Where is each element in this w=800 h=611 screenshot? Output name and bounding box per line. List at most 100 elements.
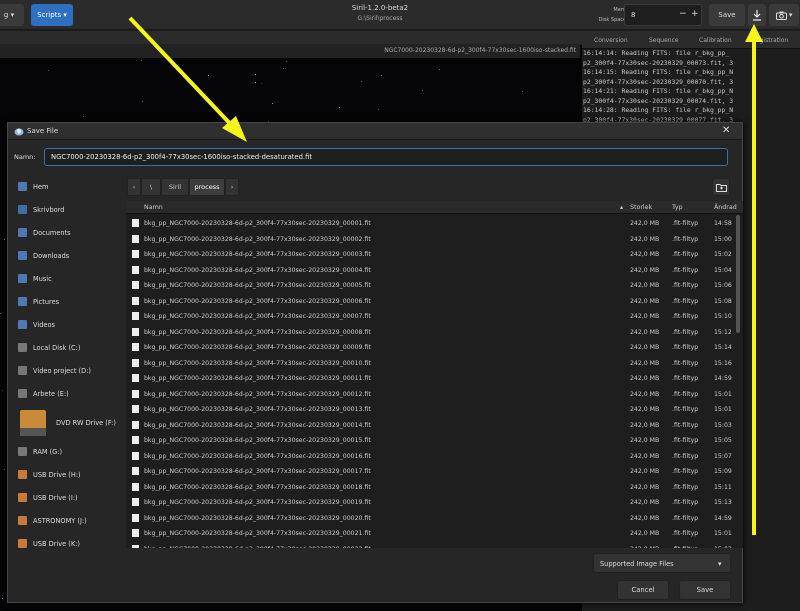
file-modified: 15:12 <box>714 328 732 336</box>
sidebar-place-item[interactable]: Pictures <box>8 291 124 313</box>
column-modified[interactable]: Ändrad <box>714 204 737 211</box>
sidebar-place-item[interactable]: Music <box>8 268 124 290</box>
file-modified: 15:04 <box>714 266 732 274</box>
sidebar-place-item[interactable]: Local Disk (C:) <box>8 337 124 359</box>
sidebar-place-item[interactable]: ASTRONOMY (J:) <box>8 510 124 532</box>
file-list[interactable]: Namn ▴ Storlek Typ Ändrad bkg_pp_NGC7000… <box>126 201 743 548</box>
file-type: .fit-filtyp <box>672 313 699 320</box>
save-as-download-icon[interactable] <box>748 4 766 26</box>
cancel-button[interactable]: Cancel <box>617 580 669 600</box>
file-row[interactable]: bkg_pp_NGC7000-20230328-6d-p2_300f4-77x3… <box>126 386 743 402</box>
snapshot-camera-icon[interactable]: ▾ <box>769 4 799 26</box>
file-type: .fit-filtyp <box>672 514 699 522</box>
file-row[interactable]: bkg_pp_NGC7000-20230328-6d-p2_300f4-77x3… <box>126 339 743 355</box>
sidebar-place-item[interactable]: USB Drive (K:) <box>8 533 124 549</box>
breadcrumb-root[interactable]: \ <box>141 178 161 196</box>
file-row[interactable]: bkg_pp_NGC7000-20230328-6d-p2_300f4-77x3… <box>126 308 743 324</box>
scrollbar-thumb[interactable] <box>736 215 740 333</box>
new-folder-icon[interactable] <box>712 178 730 196</box>
scripts-button[interactable]: Scripts ▾ <box>31 4 73 26</box>
column-name[interactable]: Namn <box>144 204 163 211</box>
file-row[interactable]: bkg_pp_NGC7000-20230328-6d-p2_300f4-77x3… <box>126 215 743 231</box>
sidebar-place-label: Arbete (E:) <box>33 390 69 398</box>
file-row[interactable]: bkg_pp_NGC7000-20230328-6d-p2_300f4-77x3… <box>126 324 743 340</box>
siril-logo-icon <box>14 128 24 136</box>
file-icon <box>132 513 139 522</box>
breadcrumb-back[interactable]: ‹ <box>127 178 141 196</box>
file-row[interactable]: bkg_pp_NGC7000-20230328-6d-p2_300f4-77x3… <box>126 479 743 495</box>
filter-label: Supported Image Files <box>600 560 674 568</box>
filename-input[interactable]: NGC7000-20230328-6d-p2_300f4-77x30sec-16… <box>44 148 728 166</box>
file-name: bkg_pp_NGC7000-20230328-6d-p2_300f4-77x3… <box>144 359 371 367</box>
file-name: bkg_pp_NGC7000-20230328-6d-p2_300f4-77x3… <box>144 344 371 351</box>
menu-button[interactable]: g ▾ <box>0 4 24 26</box>
file-size: 242,0 MB <box>630 297 660 305</box>
file-size: 242,0 MB <box>630 251 660 258</box>
file-row[interactable]: bkg_pp_NGC7000-20230328-6d-p2_300f4-77x3… <box>126 231 743 247</box>
file-row[interactable]: bkg_pp_NGC7000-20230328-6d-p2_300f4-77x3… <box>126 494 743 510</box>
star-pixel <box>339 107 340 108</box>
close-icon[interactable]: ✕ <box>722 125 730 136</box>
file-type-filter[interactable]: Supported Image Files ▾ <box>593 553 731 573</box>
column-size[interactable]: Storlek <box>630 204 652 211</box>
column-type[interactable]: Typ <box>672 204 683 211</box>
sidebar-place-item[interactable]: USB Drive (I:) <box>8 487 124 509</box>
tab-registration[interactable]: Registration <box>752 37 788 44</box>
file-row[interactable]: bkg_pp_NGC7000-20230328-6d-p2_300f4-77x3… <box>126 417 743 433</box>
file-row[interactable]: bkg_pp_NGC7000-20230328-6d-p2_300f4-77x3… <box>126 277 743 293</box>
sidebar-place-item[interactable]: Skrivbord <box>8 199 124 221</box>
spinner-decrement[interactable]: − <box>679 9 687 19</box>
file-row[interactable]: bkg_pp_NGC7000-20230328-6d-p2_300f4-77x3… <box>126 370 743 386</box>
file-row[interactable]: bkg_pp_NGC7000-20230328-6d-p2_300f4-77x3… <box>126 262 743 278</box>
file-row[interactable]: bkg_pp_NGC7000-20230328-6d-p2_300f4-77x3… <box>126 401 743 417</box>
sidebar-place-label: Downloads <box>33 252 70 260</box>
file-row[interactable]: bkg_pp_NGC7000-20230328-6d-p2_300f4-77x3… <box>126 463 743 479</box>
star-pixel <box>141 60 142 61</box>
tab-calibration[interactable]: Calibration <box>699 37 732 44</box>
file-row[interactable]: bkg_pp_NGC7000-20230328-6d-p2_300f4-77x3… <box>126 293 743 309</box>
file-row[interactable]: bkg_pp_NGC7000-20230328-6d-p2_300f4-77x3… <box>126 355 743 371</box>
star-pixel <box>286 61 287 62</box>
sidebar-place-item[interactable]: DVD RW Drive (F:) <box>8 406 124 440</box>
sidebar-place-label: Music <box>33 275 52 283</box>
star-pixel <box>255 74 256 75</box>
tab-sequence[interactable]: Sequence <box>649 37 679 44</box>
usb-drive-icon <box>18 516 27 525</box>
file-type: .fit-filtyp <box>672 546 698 549</box>
header-save-button[interactable]: Save <box>709 4 745 26</box>
file-row[interactable]: bkg_pp_NGC7000-20230328-6d-p2_300f4-77x3… <box>126 432 743 448</box>
sidebar-place-item[interactable]: USB Drive (H:) <box>8 464 124 486</box>
places-sidebar: Hem Skrivbord Documents Downloads Music Pictu… <box>8 174 124 549</box>
chevron-down-icon: ▾ <box>63 11 67 19</box>
file-row[interactable]: bkg_pp_NGC7000-20230328-6d-p2_300f4-77x3… <box>126 246 743 262</box>
sidebar-place-item[interactable]: Video project (D:) <box>8 360 124 382</box>
file-modified: 14:59 <box>714 375 732 382</box>
file-row[interactable]: bkg_pp_NGC7000-20230328-6d-p2_300f4-77x3… <box>126 448 743 464</box>
file-row[interactable]: bkg_pp_NGC7000-20230328-6d-p2_300f4-77x3… <box>126 525 743 541</box>
sidebar-place-label: ASTRONOMY (J:) <box>33 517 87 525</box>
spinner-increment[interactable]: + <box>691 9 699 19</box>
breadcrumb-process[interactable]: process <box>189 178 225 196</box>
sidebar-place-item[interactable]: Arbete (E:) <box>8 383 124 405</box>
filename-label: Namn: <box>14 153 36 161</box>
sidebar-place-item[interactable]: RAM (G:) <box>8 441 124 463</box>
sidebar-place-item[interactable]: Hem <box>8 176 124 198</box>
file-size: 242,0 MB <box>630 546 659 549</box>
sidebar-place-item[interactable]: Videos <box>8 314 124 336</box>
breadcrumb-forward[interactable]: › <box>225 178 239 196</box>
file-row[interactable]: bkg_pp_NGC7000-20230328-6d-p2_300f4-77x3… <box>126 510 743 526</box>
sidebar-place-item[interactable]: Downloads <box>8 245 124 267</box>
drive-icon <box>18 343 27 352</box>
sidebar-place-label: Documents <box>33 229 71 237</box>
file-row[interactable]: bkg_pp_NGC7000-20230328-6d-p2_300f4-77x3… <box>126 541 743 549</box>
breadcrumb-siril[interactable]: Siril <box>161 178 189 196</box>
save-button[interactable]: Save <box>679 580 731 600</box>
tab-conversion[interactable]: Conversion <box>594 37 628 44</box>
pictures-folder-icon <box>18 297 27 306</box>
file-list-scrollbar[interactable] <box>735 215 741 548</box>
sidebar-place-item[interactable]: Documents <box>8 222 124 244</box>
file-name: bkg_pp_NGC7000-20230328-6d-p2_300f4-77x3… <box>144 220 371 227</box>
thread-spinner[interactable]: 8 − + <box>624 4 702 26</box>
file-icon <box>132 343 139 351</box>
file-name: bkg_pp_NGC7000-20230328-6d-p2_300f4-77x3… <box>144 282 371 289</box>
